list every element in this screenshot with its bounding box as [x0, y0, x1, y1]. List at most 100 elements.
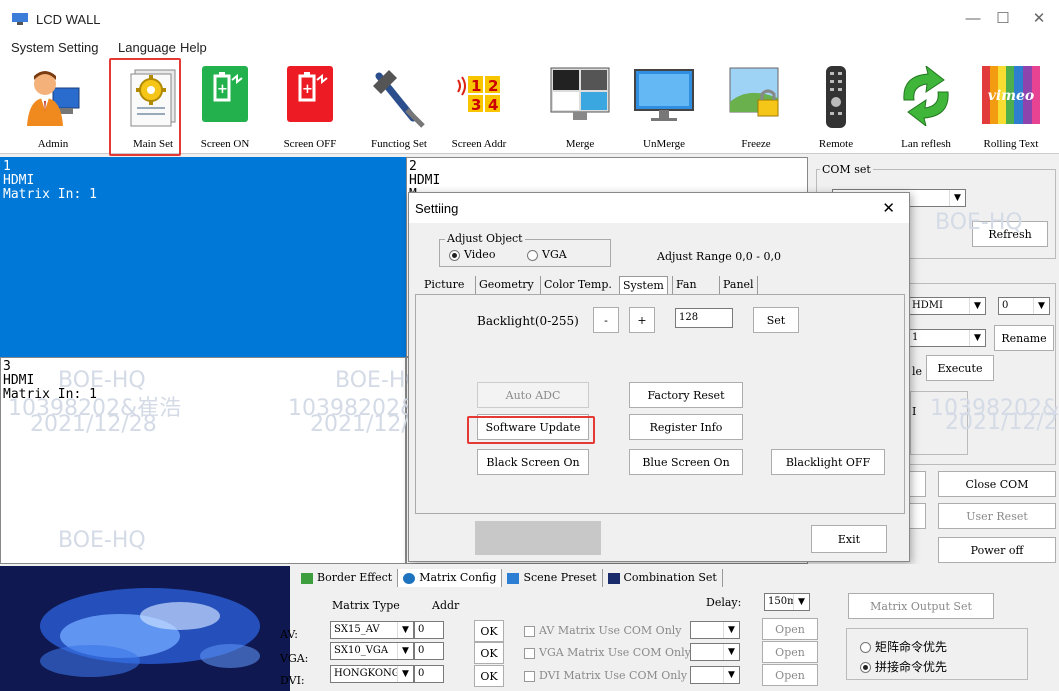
freeze-button[interactable]: Freeze [728, 62, 784, 152]
wall-cell-1[interactable]: 1 HDMI Matrix In: 1 [0, 157, 406, 357]
screen-addr-button[interactable]: 1 2 3 4 Screen Addr [446, 62, 512, 152]
screen-addr-icon: 1 2 3 4 [457, 76, 500, 114]
unmerge-button[interactable]: UnMerge [632, 62, 696, 152]
execute-button[interactable]: Execute [926, 355, 994, 381]
source-select[interactable]: HDMI ▼ [908, 297, 986, 315]
vga-addr-input[interactable]: 0 [414, 642, 444, 660]
cell-matrix: Matrix In: 1 [3, 187, 97, 202]
chevron-down-icon: ▼ [397, 666, 413, 682]
dvi-matrix-type-select[interactable]: HONGKONG_HDMI▼ [330, 665, 414, 683]
av-com-select[interactable]: ▼ [690, 621, 740, 639]
delay-select[interactable]: 150ms ▼ [764, 593, 810, 611]
av-open-button[interactable]: Open [762, 618, 818, 640]
index-select[interactable]: 0 ▼ [998, 297, 1050, 315]
tab-color-temp[interactable]: Color Temp. [540, 276, 615, 294]
priority-splice-radio[interactable]: 拼接命令优先 [860, 658, 947, 675]
screen-on-button[interactable]: + Screen ON [200, 62, 250, 152]
dialog-close-icon[interactable]: ✕ [882, 199, 895, 217]
av-addr-input[interactable]: 0 [414, 621, 444, 639]
factory-reset-button[interactable]: Factory Reset [629, 382, 743, 408]
checkbox-label: VGA Matrix Use COM Only [539, 646, 691, 659]
screen-off-icon: + [287, 66, 333, 122]
blue-screen-on-button[interactable]: Blue Screen On [629, 449, 743, 475]
refresh-button[interactable]: Refresh [972, 221, 1048, 247]
tab-label: Matrix Config [419, 571, 497, 584]
av-label: AV: [280, 628, 298, 641]
priority-matrix-radio[interactable]: 矩阵命令优先 [860, 638, 947, 655]
checkbox-label: AV Matrix Use COM Only [539, 624, 682, 637]
menu-system-setting[interactable]: System Setting [11, 40, 98, 55]
wall-cell-3[interactable]: 3 HDMI Matrix In: 1 [0, 357, 406, 564]
vga-label: VGA [542, 248, 567, 261]
addr-digit-1: 1 [471, 77, 481, 95]
menu-help[interactable]: Help [180, 40, 207, 55]
dvi-addr-input[interactable]: 0 [414, 665, 444, 683]
exit-button[interactable]: Exit [811, 525, 887, 553]
vga-com-select[interactable]: ▼ [690, 643, 740, 661]
dvi-ok-button[interactable]: OK [474, 665, 504, 687]
av-ok-button[interactable]: OK [474, 620, 504, 642]
tab-panel[interactable]: Panel [719, 276, 758, 294]
com-set-label: COM set [820, 163, 873, 176]
register-info-button[interactable]: Register Info [629, 414, 743, 440]
auto-adc-button[interactable]: Auto ADC [477, 382, 589, 408]
settings-dialog: Settiing ✕ Adjust Object Video VGA Adjus… [408, 192, 910, 562]
lan-refresh-button[interactable]: Lan reflesh [886, 62, 966, 152]
matrix-output-set-button[interactable]: Matrix Output Set [848, 593, 994, 619]
tab-border-effect[interactable]: Border Effect [296, 569, 399, 587]
combination-set-icon [607, 572, 620, 584]
freeze-icon [729, 67, 779, 117]
remote-label: Remote [818, 138, 854, 150]
screen-on-label: Screen ON [200, 138, 250, 150]
menu-language[interactable]: Language [118, 40, 176, 55]
dvi-com-select[interactable]: ▼ [690, 666, 740, 684]
black-screen-on-button[interactable]: Black Screen On [477, 449, 589, 475]
video-radio[interactable]: Video [449, 248, 495, 261]
lan-refresh-icon [903, 66, 949, 126]
screen-off-button[interactable]: + Screen OFF [283, 62, 337, 152]
minimize-button[interactable]: — [958, 8, 988, 30]
backlight-decrease-button[interactable]: - [593, 307, 619, 333]
user-reset-button[interactable]: User Reset [938, 503, 1056, 529]
dvi-label: DVI: [280, 674, 305, 687]
backlight-set-button[interactable]: Set [753, 307, 799, 333]
close-com-button[interactable]: Close COM [938, 471, 1056, 497]
dvi-open-button[interactable]: Open [762, 664, 818, 686]
tab-matrix-config[interactable]: Matrix Config [398, 569, 503, 587]
dvi-com-only-checkbox[interactable]: DVI Matrix Use COM Only [524, 669, 687, 682]
remote-button[interactable]: Remote [814, 62, 858, 152]
av-matrix-type-select[interactable]: SX15_AV ▼ [330, 621, 414, 639]
function-set-button[interactable]: Functiog Set [361, 62, 437, 152]
vga-matrix-type-select[interactable]: SX10_VGA ▼ [330, 642, 414, 660]
tab-picture[interactable]: Picture [421, 276, 467, 294]
tab-combination-set[interactable]: Combination Set [603, 569, 723, 587]
vga-com-only-checkbox[interactable]: VGA Matrix Use COM Only [524, 646, 691, 659]
dialog-title-bar: Settiing ✕ [409, 193, 909, 223]
merge-button[interactable]: Merge [548, 62, 612, 152]
vga-radio[interactable]: VGA [527, 248, 567, 261]
backlight-increase-button[interactable]: + [629, 307, 655, 333]
tab-fan[interactable]: Fan [672, 276, 700, 294]
close-window-button[interactable]: ✕ [1024, 8, 1054, 30]
admin-button[interactable]: Admin [18, 62, 88, 152]
av-com-only-checkbox[interactable]: AV Matrix Use COM Only [524, 624, 682, 637]
video-label: Video [464, 248, 496, 261]
power-off-button[interactable]: Power off [938, 537, 1056, 563]
blacklight-off-button[interactable]: Blacklight OFF [771, 449, 885, 475]
screen-on-icon: + [202, 66, 248, 122]
tab-system[interactable]: System [619, 276, 668, 294]
vga-ok-button[interactable]: OK [474, 642, 504, 664]
main-set-button[interactable]: Main Set [118, 62, 188, 152]
rolling-text-button[interactable]: vimeo Rolling Text [970, 62, 1052, 152]
tab-scene-preset[interactable]: Scene Preset [502, 569, 603, 587]
vga-open-button[interactable]: Open [762, 641, 818, 663]
rename-button[interactable]: Rename [994, 325, 1054, 351]
merge-icon [550, 67, 610, 120]
tab-geometry[interactable]: Geometry [475, 276, 537, 294]
software-update-button[interactable]: Software Update [477, 414, 589, 440]
number-select[interactable]: 1 ▼ [908, 329, 986, 347]
radio-unselected-icon [527, 249, 538, 261]
maximize-button[interactable]: ☐ [988, 8, 1018, 30]
backlight-input[interactable]: 128 [675, 308, 733, 328]
rolling-text-label: Rolling Text [983, 138, 1039, 150]
